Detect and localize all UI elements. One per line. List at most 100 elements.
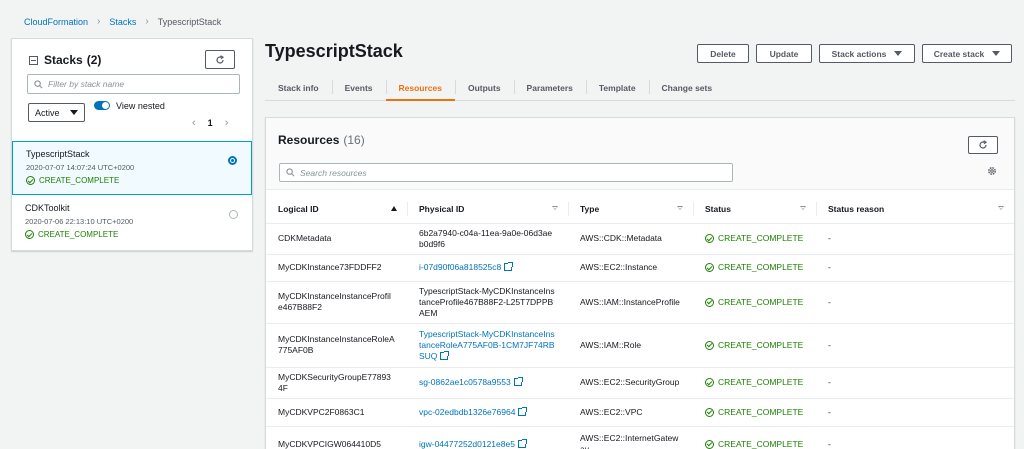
external-link-icon[interactable] xyxy=(518,406,528,416)
status-filter-select[interactable]: Active xyxy=(28,103,85,122)
update-button[interactable]: Update xyxy=(756,44,812,63)
breadcrumb-stacks[interactable]: Stacks xyxy=(109,17,136,27)
col-logical-id[interactable]: Logical ID xyxy=(266,195,407,224)
status-filter-value: Active xyxy=(35,107,60,118)
col-type[interactable]: Type xyxy=(568,195,693,224)
check-circle-icon xyxy=(25,230,34,239)
resources-refresh-button[interactable] xyxy=(968,136,998,154)
stack-name[interactable]: CDKToolkit xyxy=(25,203,239,213)
table-row: MyCDKVPCIGW064410D5 igw-04477252d0121e8e5… xyxy=(266,426,1014,449)
logical-id-cell: MyCDKVPCIGW064410D5 xyxy=(266,426,407,449)
status-text: CREATE_COMPLETE xyxy=(718,262,804,272)
col-physical-id[interactable]: Physical ID xyxy=(407,195,568,224)
logical-id: MyCDKInstance73FDDFF2 xyxy=(278,262,382,272)
logical-id: CDKMetadata xyxy=(278,233,332,243)
delete-button[interactable]: Delete xyxy=(697,44,749,63)
sort-icon xyxy=(800,206,806,210)
table-row: MyCDKInstanceInstanceProfile467B88F2 Type… xyxy=(266,281,1014,324)
stack-list-item[interactable]: CDKToolkit 2020-07-06 22:13:10 UTC+0200 … xyxy=(12,196,252,250)
physical-id[interactable]: igw-04477252d0121e8e5 xyxy=(419,439,515,449)
col-logical-id-label: Logical ID xyxy=(278,203,319,214)
type-cell: AWS::EC2::Instance xyxy=(568,254,693,282)
page-title: TypescriptStack xyxy=(265,41,403,61)
physical-id[interactable]: sg-0862ae1c0578a9553 xyxy=(419,377,511,387)
refresh-icon xyxy=(216,54,225,64)
resource-type: AWS::CDK::Metadata xyxy=(580,233,662,243)
stack-radio[interactable] xyxy=(229,210,238,219)
physical-id[interactable]: vpc-02edbdb1326e76964 xyxy=(419,407,515,417)
resource-type: AWS::IAM::Role xyxy=(580,339,642,350)
external-link-icon[interactable] xyxy=(517,438,527,448)
status-cell: CREATE_COMPLETE xyxy=(693,426,816,449)
physical-id-cell: igw-04477252d0121e8e5 xyxy=(407,426,568,449)
logical-id-cell: CDKMetadata xyxy=(266,223,407,255)
tab-change-sets[interactable]: Change sets xyxy=(648,76,726,100)
tab-parameters[interactable]: Parameters xyxy=(513,76,586,100)
view-nested-toggle[interactable] xyxy=(94,101,110,110)
stack-radio[interactable] xyxy=(228,156,237,165)
logical-id: MyCDKVPCIGW064410D5 xyxy=(278,438,381,449)
stack-actions-button[interactable]: Stack actions xyxy=(819,44,915,63)
status-reason-cell: - xyxy=(816,367,1014,399)
view-nested-label: View nested xyxy=(116,101,165,111)
caret-down-icon xyxy=(894,51,903,56)
col-status[interactable]: Status xyxy=(693,195,816,224)
external-link-icon[interactable] xyxy=(440,350,450,360)
status-text: CREATE_COMPLETE xyxy=(718,377,804,387)
resources-table: Logical ID Physical ID Type Status Statu… xyxy=(266,195,1014,449)
stack-status: CREATE_COMPLETE xyxy=(25,230,239,239)
tab-template[interactable]: Template xyxy=(585,76,649,100)
resources-panel: Resources(16) Logical ID Physical ID Typ… xyxy=(265,117,1015,449)
create-stack-button[interactable]: Create stack xyxy=(922,44,1012,63)
gear-icon[interactable] xyxy=(987,166,997,176)
resource-search-field[interactable] xyxy=(279,163,733,182)
table-row: MyCDKSecurityGroupE778934F sg-0862ae1c057… xyxy=(266,367,1014,399)
logical-id: MyCDKVPC2F0863C1 xyxy=(278,406,365,417)
tab-stack-info[interactable]: Stack info xyxy=(265,76,332,100)
current-page[interactable]: 1 xyxy=(208,118,213,128)
stack-filter-input[interactable] xyxy=(48,79,218,89)
stack-list-item[interactable]: TypescriptStack 2020-07-07 14:07:24 UTC+… xyxy=(12,141,252,195)
breadcrumb-cloudformation[interactable]: CloudFormation xyxy=(24,17,88,27)
col-status-label: Status xyxy=(705,203,731,214)
next-page-icon[interactable]: › xyxy=(225,117,229,129)
stack-filter-field[interactable] xyxy=(27,74,240,94)
stack-name[interactable]: TypescriptStack xyxy=(26,149,238,159)
tab-resources[interactable]: Resources xyxy=(385,76,456,101)
prev-page-icon[interactable]: ‹ xyxy=(192,117,196,129)
status-cell: CREATE_COMPLETE xyxy=(693,367,816,399)
tab-events[interactable]: Events xyxy=(331,76,386,100)
type-cell: AWS::CDK::Metadata xyxy=(568,223,693,255)
status-text: CREATE_COMPLETE xyxy=(718,339,804,350)
resources-title: Resources (16) xyxy=(278,133,365,147)
col-status-reason[interactable]: Status reason xyxy=(816,195,1014,224)
check-circle-icon xyxy=(705,263,714,272)
physical-id-cell: TypescriptStack-MyCDKInstanceInstanceRol… xyxy=(407,323,568,368)
stack-date: 2020-07-06 22:13:10 UTC+0200 xyxy=(25,217,134,226)
external-link-icon[interactable] xyxy=(504,262,514,271)
status-cell: CREATE_COMPLETE xyxy=(693,323,816,368)
status-cell: CREATE_COMPLETE xyxy=(693,281,816,324)
status-text: CREATE_COMPLETE xyxy=(718,233,804,243)
physical-id: TypescriptStack-MyCDKInstanceInstancePro… xyxy=(419,285,555,318)
physical-id[interactable]: TypescriptStack-MyCDKInstanceInstanceRol… xyxy=(419,329,555,361)
check-circle-icon xyxy=(26,176,35,185)
chevron-right-icon: › xyxy=(145,16,149,27)
stack-status-text: CREATE_COMPLETE xyxy=(38,230,119,239)
tab-outputs[interactable]: Outputs xyxy=(454,76,514,100)
status-reason: - xyxy=(828,339,831,350)
status-reason: - xyxy=(828,406,831,417)
stacks-refresh-button[interactable] xyxy=(205,50,235,69)
resource-type: AWS::EC2::Instance xyxy=(580,262,658,272)
resource-type: AWS::EC2::SecurityGroup xyxy=(580,377,680,387)
collapse-icon[interactable] xyxy=(29,55,38,65)
stacks-title: Stacks xyxy=(44,53,83,67)
status-reason: - xyxy=(828,296,831,307)
external-link-icon[interactable] xyxy=(513,377,523,386)
status-cell: CREATE_COMPLETE xyxy=(693,254,816,282)
physical-id[interactable]: i-07d90f06a818525c8 xyxy=(419,262,501,272)
resource-search-input[interactable] xyxy=(300,167,470,178)
caret-down-icon xyxy=(992,51,1001,56)
status-text: CREATE_COMPLETE xyxy=(718,438,804,449)
sort-icon xyxy=(677,206,683,210)
